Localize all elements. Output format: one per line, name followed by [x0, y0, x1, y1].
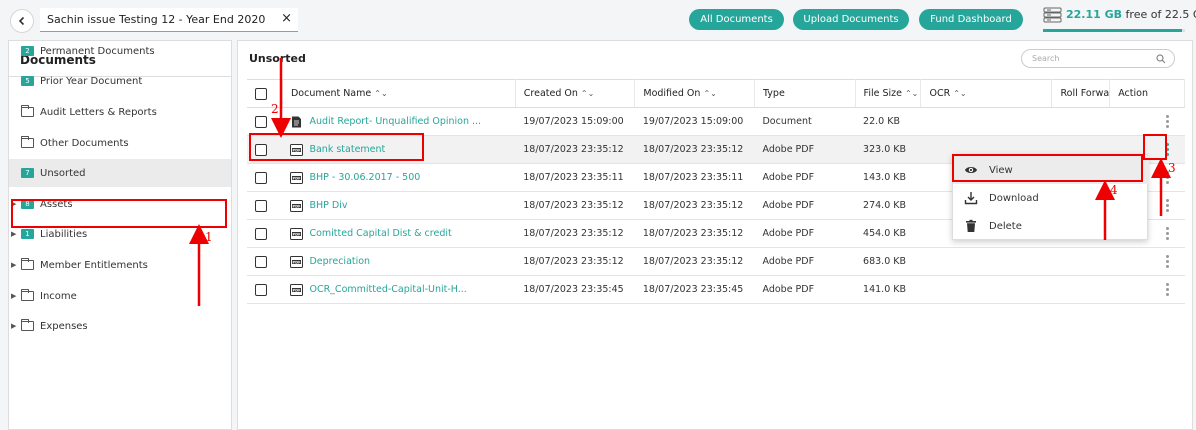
- annotation-arrows: [189, 58, 1171, 306]
- annotation-number-1: 1: [205, 230, 213, 244]
- annotation-number-4: 4: [1110, 183, 1118, 197]
- annotation-number-3: 3: [1168, 161, 1176, 175]
- annotation-number-2: 2: [271, 102, 279, 116]
